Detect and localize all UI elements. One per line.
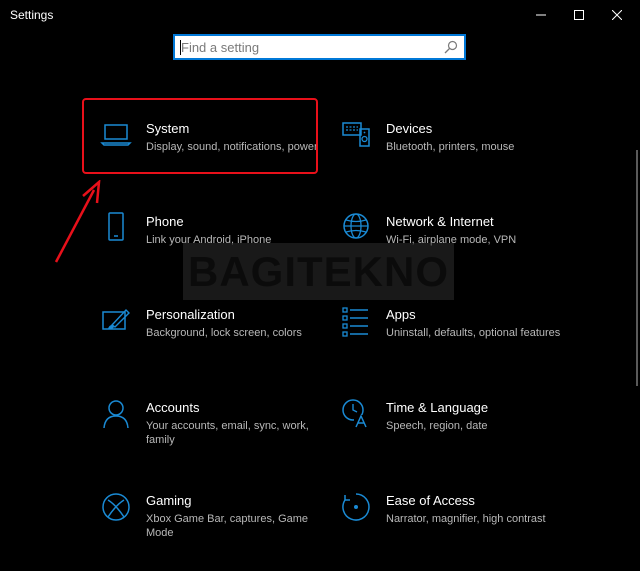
category-title: Accounts — [146, 400, 200, 415]
category-description: Narrator, magnifier, high contrast — [386, 513, 546, 525]
category-title: Ease of Access — [386, 493, 475, 508]
category-personalization[interactable]: Personalization Background, lock screen,… — [100, 305, 330, 385]
category-gaming[interactable]: Gaming Xbox Game Bar, captures, Game Mod… — [100, 491, 330, 571]
category-description: Xbox Game Bar, captures, Game Mode — [146, 513, 309, 539]
person-icon — [103, 400, 129, 429]
category-ease-of-access[interactable]: Ease of Access Narrator, magnifier, high… — [340, 491, 570, 571]
globe-icon — [343, 213, 369, 239]
category-description: Your accounts, email, sync, work, family — [146, 420, 309, 446]
category-title: Phone — [146, 214, 184, 229]
category-title: Personalization — [146, 307, 235, 322]
xbox-icon — [102, 493, 130, 521]
watermark: BAGITEKNO — [183, 243, 454, 300]
highlight-box — [82, 98, 318, 174]
category-description: Uninstall, defaults, optional features — [386, 327, 561, 339]
maximize-icon — [574, 10, 584, 20]
category-description: Background, lock screen, colors — [146, 327, 302, 339]
close-button[interactable] — [594, 0, 640, 30]
time-language-icon — [342, 399, 369, 428]
search-box[interactable] — [173, 34, 466, 60]
category-title: Gaming — [146, 493, 192, 508]
scrollbar[interactable] — [636, 150, 638, 386]
category-description: Bluetooth, printers, mouse — [386, 141, 515, 153]
minimize-icon — [536, 14, 546, 16]
category-title: Devices — [386, 121, 433, 136]
category-accounts[interactable]: Accounts Your accounts, email, sync, wor… — [100, 398, 330, 478]
category-devices[interactable]: Devices Bluetooth, printers, mouse — [340, 119, 570, 199]
category-title: Network & Internet — [386, 214, 494, 229]
search-icon[interactable] — [444, 40, 458, 54]
search-input[interactable] — [181, 38, 441, 56]
window-title: Settings — [10, 8, 54, 22]
category-title: Time & Language — [386, 400, 489, 415]
category-description: Speech, region, date — [386, 420, 488, 432]
devices-icon — [342, 122, 370, 147]
close-icon — [612, 10, 622, 20]
apps-list-icon — [342, 307, 368, 337]
ease-of-access-icon — [342, 493, 370, 521]
category-time-language[interactable]: Time & Language Speech, region, date — [340, 398, 570, 478]
category-title: Apps — [386, 307, 416, 322]
category-apps[interactable]: Apps Uninstall, defaults, optional featu… — [340, 305, 570, 385]
personalization-icon — [102, 308, 130, 330]
annotation-arrow-icon — [54, 180, 101, 263]
title-bar: Settings — [0, 0, 640, 30]
